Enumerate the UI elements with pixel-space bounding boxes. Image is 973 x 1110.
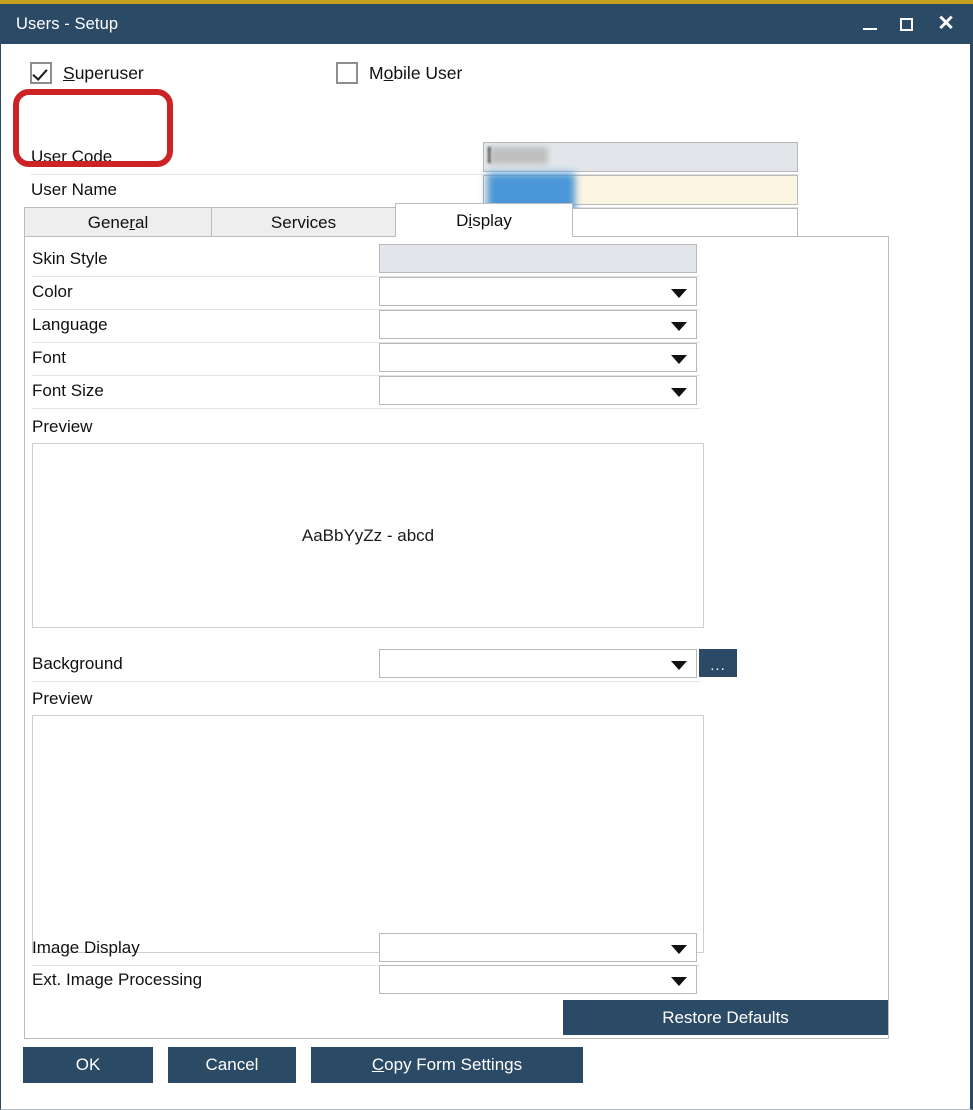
tab-display[interactable]: Display bbox=[395, 203, 573, 237]
font-preview-label: Preview bbox=[32, 417, 92, 437]
ext-image-processing-label: Ext. Image Processing bbox=[32, 970, 202, 990]
maximize-button[interactable] bbox=[888, 4, 924, 44]
mobile-user-checkbox[interactable] bbox=[336, 62, 358, 84]
chevron-down-icon bbox=[671, 355, 687, 364]
font-size-label: Font Size bbox=[32, 381, 104, 401]
image-display-label: Image Display bbox=[32, 938, 140, 958]
tab-display-post: splay bbox=[472, 211, 512, 231]
skin-style-field[interactable] bbox=[379, 244, 697, 273]
mobile-user-label: Mobile User bbox=[369, 63, 462, 84]
display-tab-panel: Skin Style Color Language bbox=[24, 236, 889, 1039]
title-bar: Users - Setup ✕ bbox=[0, 4, 973, 44]
tab-services[interactable]: Services bbox=[211, 207, 396, 237]
background-browse-button[interactable]: ... bbox=[699, 649, 737, 677]
superuser-accel-char: S bbox=[63, 63, 75, 83]
users-setup-window: Users - Setup ✕ Superuser Mobile User bbox=[0, 0, 973, 1110]
background-label: Background bbox=[32, 654, 123, 674]
user-code-label: User Code bbox=[31, 147, 112, 167]
superuser-label-rest: uperuser bbox=[75, 63, 144, 83]
language-dropdown[interactable] bbox=[379, 310, 697, 339]
user-code-redacted-value bbox=[490, 147, 548, 164]
chevron-down-icon bbox=[671, 322, 687, 331]
tab-general-pre: Gene bbox=[88, 213, 130, 233]
close-icon: ✕ bbox=[937, 13, 955, 34]
window-controls: ✕ bbox=[852, 4, 973, 44]
display-field-rows: Skin Style Color Language bbox=[25, 244, 888, 409]
image-display-row: Image Display bbox=[32, 933, 700, 966]
font-dropdown[interactable] bbox=[379, 343, 697, 372]
tab-general-post: al bbox=[135, 213, 148, 233]
ok-button[interactable]: OK bbox=[23, 1047, 153, 1083]
mobile-user-checkbox-group[interactable]: Mobile User bbox=[336, 62, 462, 84]
ext-image-processing-dropdown[interactable] bbox=[379, 965, 697, 994]
chevron-down-icon bbox=[671, 388, 687, 397]
font-size-row: Font Size bbox=[32, 376, 700, 409]
superuser-label: Superuser bbox=[63, 63, 144, 84]
user-name-label: User Name bbox=[31, 180, 117, 200]
font-preview-box: AaBbYyZz - abcd bbox=[32, 443, 704, 628]
skin-style-label: Skin Style bbox=[32, 249, 108, 269]
user-code-input[interactable] bbox=[483, 142, 798, 172]
mobile-label-pre: M bbox=[369, 63, 384, 83]
window-title: Users - Setup bbox=[16, 15, 118, 34]
header-checkbox-row: Superuser Mobile User bbox=[1, 62, 970, 98]
window-body: Superuser Mobile User User Code User Nam… bbox=[0, 44, 973, 1110]
font-size-dropdown[interactable] bbox=[379, 376, 697, 405]
maximize-icon bbox=[900, 18, 913, 31]
tab-strip: General Services Display bbox=[24, 203, 572, 237]
background-preview-box bbox=[32, 715, 704, 953]
minimize-button[interactable] bbox=[852, 4, 888, 44]
minimize-icon bbox=[863, 28, 877, 30]
tab-general[interactable]: General bbox=[24, 207, 212, 237]
image-display-dropdown[interactable] bbox=[379, 933, 697, 962]
font-label: Font bbox=[32, 348, 66, 368]
color-row: Color bbox=[32, 277, 700, 310]
dialog-button-bar: OK Cancel Copy Form Settings bbox=[23, 1047, 583, 1083]
ext-image-processing-row: Ext. Image Processing bbox=[32, 965, 700, 997]
mobile-accel-char: o bbox=[384, 63, 394, 83]
close-button[interactable]: ✕ bbox=[924, 4, 968, 44]
mobile-label-rest: bile User bbox=[393, 63, 462, 83]
font-row: Font bbox=[32, 343, 700, 376]
background-preview-label: Preview bbox=[32, 689, 92, 709]
copy-form-settings-button[interactable]: Copy Form Settings bbox=[311, 1047, 583, 1083]
chevron-down-icon bbox=[671, 661, 687, 670]
restore-defaults-button[interactable]: Restore Defaults bbox=[563, 1000, 888, 1035]
superuser-checkbox[interactable] bbox=[30, 62, 52, 84]
color-label: Color bbox=[32, 282, 73, 302]
copy-label-rest: opy Form Settings bbox=[384, 1055, 522, 1075]
copy-accel-char: C bbox=[372, 1055, 384, 1075]
user-name-input[interactable] bbox=[483, 175, 798, 205]
chevron-down-icon bbox=[671, 945, 687, 954]
user-code-row: User Code bbox=[31, 142, 799, 175]
language-row: Language bbox=[32, 310, 700, 343]
language-label: Language bbox=[32, 315, 108, 335]
background-row: Background bbox=[32, 649, 700, 682]
chevron-down-icon bbox=[671, 977, 687, 986]
background-dropdown[interactable] bbox=[379, 649, 697, 678]
tab-services-label: Services bbox=[271, 213, 336, 233]
tab-display-pre: D bbox=[456, 211, 468, 231]
skin-style-row: Skin Style bbox=[32, 244, 700, 277]
font-preview-text: AaBbYyZz - abcd bbox=[33, 526, 703, 546]
color-dropdown[interactable] bbox=[379, 277, 697, 306]
cancel-button[interactable]: Cancel bbox=[168, 1047, 296, 1083]
superuser-checkbox-group[interactable]: Superuser bbox=[30, 62, 144, 84]
chevron-down-icon bbox=[671, 289, 687, 298]
